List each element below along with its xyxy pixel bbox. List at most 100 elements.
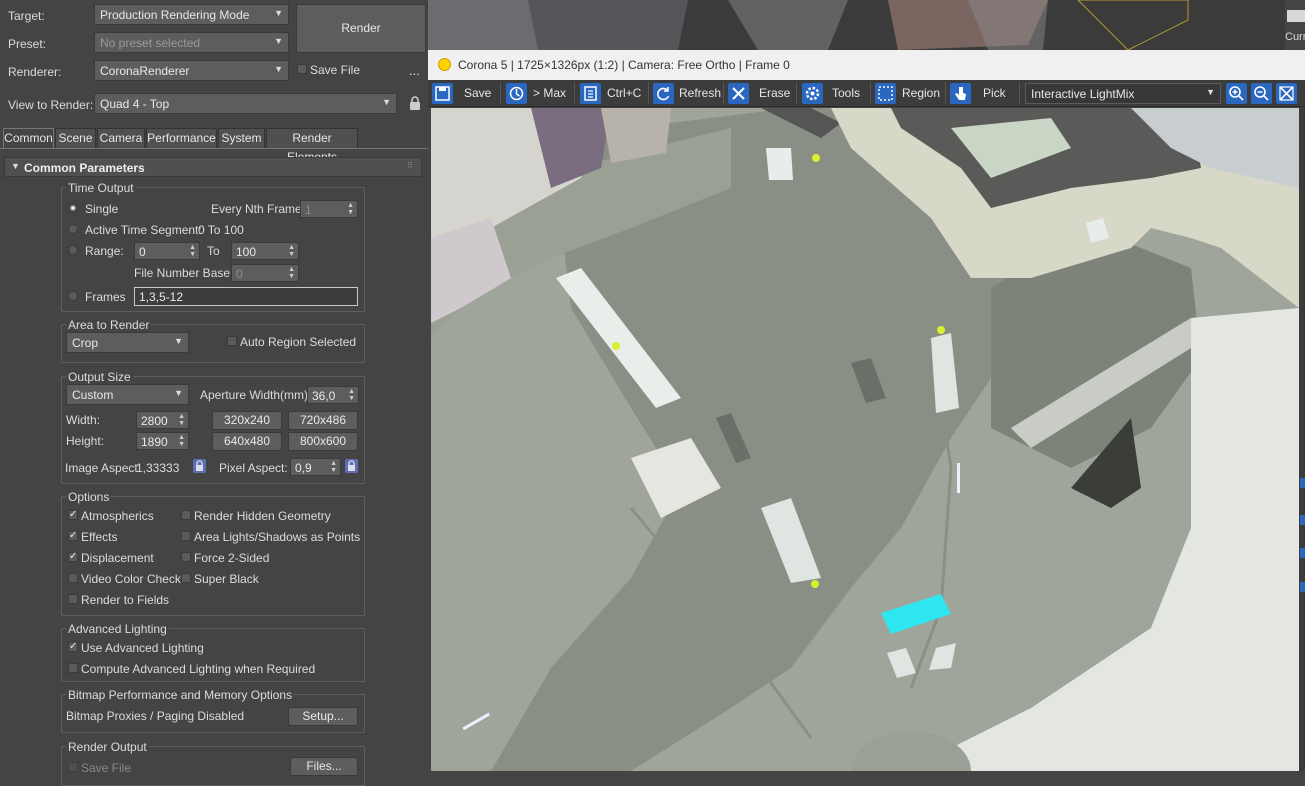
- width-spinner[interactable]: 2800 ▲ ▼: [136, 411, 189, 429]
- range-radio[interactable]: [68, 245, 78, 255]
- ctrl-c-button[interactable]: Ctrl+C: [607, 81, 641, 105]
- auto-region-checkbox[interactable]: [227, 336, 237, 346]
- pick-icon[interactable]: [950, 83, 971, 104]
- single-radio[interactable]: [68, 203, 78, 213]
- view-to-render-label: View to Render:: [8, 98, 94, 112]
- preset-dropdown[interactable]: No preset selected ▼: [94, 32, 289, 53]
- toolbar-separator: [574, 82, 575, 104]
- frames-input[interactable]: 1,3,5-12: [134, 287, 358, 306]
- force-2-sided-checkbox[interactable]: [181, 552, 191, 562]
- range-from-spinner[interactable]: 0 ▲ ▼: [134, 242, 200, 260]
- preset-320x240-button[interactable]: 320x240: [212, 411, 282, 430]
- save-button[interactable]: Save: [464, 81, 491, 105]
- active-segment-radio[interactable]: [68, 224, 78, 234]
- send-to-max-icon[interactable]: [506, 83, 527, 104]
- preset-800x600-button[interactable]: 800x600: [288, 432, 358, 451]
- erase-button[interactable]: Erase: [759, 81, 790, 105]
- save-icon[interactable]: [432, 83, 453, 104]
- zoom-in-icon[interactable]: [1226, 83, 1247, 104]
- every-nth-spinner[interactable]: 1 ▲ ▼: [300, 200, 358, 218]
- vfb-title: Corona 5 | 1725×1326px (1:2) | Camera: F…: [458, 58, 790, 72]
- zoom-out-icon[interactable]: [1251, 83, 1272, 104]
- more-options-button[interactable]: ...: [409, 63, 420, 78]
- pixel-aspect-lock-icon[interactable]: [345, 459, 358, 473]
- vfb-title-bar[interactable]: Corona 5 | 1725×1326px (1:2) | Camera: F…: [428, 50, 1305, 80]
- use-advanced-lighting-checkbox[interactable]: ✓: [68, 642, 78, 652]
- area-to-render-title: Area to Render: [66, 318, 152, 332]
- to-max-button[interactable]: > Max: [533, 81, 566, 105]
- files-button[interactable]: Files...: [290, 757, 358, 776]
- super-black-checkbox[interactable]: [181, 573, 191, 583]
- tab-common[interactable]: Common: [3, 128, 54, 148]
- renderer-dropdown[interactable]: CoronaRenderer ▼: [94, 60, 289, 81]
- region-button[interactable]: Region: [902, 81, 940, 105]
- render-hidden-label: Render Hidden Geometry: [194, 509, 331, 523]
- chevron-down-icon: ▼: [274, 36, 283, 46]
- video-color-check-checkbox[interactable]: [68, 573, 78, 583]
- chevron-down-icon: ▼: [274, 64, 283, 74]
- erase-icon[interactable]: [728, 83, 749, 104]
- side-marker-icon: [1300, 515, 1305, 525]
- spinner-arrows-icon: ▲ ▼: [348, 388, 355, 402]
- render-output-save-file-label: Save File: [81, 761, 132, 775]
- copy-icon[interactable]: [580, 83, 601, 104]
- view-to-render-dropdown[interactable]: Quad 4 - Top ▼: [94, 93, 397, 114]
- render-to-fields-label: Render to Fields: [81, 593, 170, 607]
- aperture-spinner[interactable]: 36,0 ▲ ▼: [307, 386, 359, 404]
- toolbar-separator: [723, 82, 724, 104]
- pick-button[interactable]: Pick: [983, 81, 1006, 105]
- spinner-arrows-icon: ▲ ▼: [330, 460, 337, 474]
- lightmix-dropdown[interactable]: Interactive LightMix ▼: [1025, 83, 1221, 104]
- file-number-base-spinner[interactable]: 0 ▲ ▼: [231, 264, 299, 282]
- pixel-aspect-label: Pixel Aspect:: [219, 461, 288, 475]
- save-file-checkbox[interactable]: [297, 64, 307, 74]
- image-aspect-lock-icon[interactable]: [193, 459, 206, 473]
- tools-button[interactable]: Tools: [832, 81, 860, 105]
- refresh-button[interactable]: Refresh: [679, 81, 721, 105]
- tab-camera[interactable]: Camera: [97, 128, 145, 148]
- tab-system[interactable]: System: [218, 128, 265, 148]
- advanced-lighting-title: Advanced Lighting: [66, 622, 169, 636]
- vfb-right-strip: [1299, 108, 1305, 771]
- active-segment-value: 0 To 100: [198, 223, 244, 237]
- displacement-checkbox[interactable]: ✓: [68, 552, 78, 562]
- tab-scene[interactable]: Scene: [55, 128, 96, 148]
- every-nth-label: Every Nth Frame:: [211, 202, 306, 216]
- tab-render-elements[interactable]: Render Elements: [266, 128, 358, 164]
- region-icon[interactable]: [875, 83, 896, 104]
- common-parameters-rollout[interactable]: ▼ Common Parameters ⠿: [4, 157, 422, 177]
- save-file-label: Save File: [310, 63, 361, 77]
- atmospherics-label: Atmospherics: [81, 509, 154, 523]
- pixel-aspect-spinner[interactable]: 0,9 ▲ ▼: [290, 458, 341, 476]
- area-lights-checkbox[interactable]: [181, 531, 191, 541]
- compute-advanced-lighting-checkbox[interactable]: [68, 663, 78, 673]
- area-mode-dropdown[interactable]: Crop ▼: [66, 332, 189, 353]
- output-size-preset-dropdown[interactable]: Custom ▼: [66, 384, 189, 405]
- lock-icon[interactable]: [408, 95, 422, 111]
- zoom-fit-icon[interactable]: [1276, 83, 1297, 104]
- renderer-label: Renderer:: [8, 65, 62, 79]
- range-to-spinner[interactable]: 100 ▲ ▼: [231, 242, 299, 260]
- chevron-down-icon: ▼: [1206, 87, 1215, 97]
- chevron-down-icon: ▼: [274, 8, 283, 18]
- gear-icon[interactable]: [802, 83, 823, 104]
- background-viewport: [428, 0, 1305, 50]
- height-spinner[interactable]: 1890 ▲ ▼: [136, 432, 189, 450]
- render-button[interactable]: Render: [296, 4, 426, 53]
- setup-button[interactable]: Setup...: [288, 707, 358, 726]
- frames-radio[interactable]: [68, 291, 78, 301]
- atmospherics-checkbox[interactable]: ✓: [68, 510, 78, 520]
- render-image[interactable]: [431, 108, 1299, 771]
- effects-checkbox[interactable]: ✓: [68, 531, 78, 541]
- refresh-icon[interactable]: [653, 83, 674, 104]
- image-aspect-label: Image Aspect:: [65, 461, 142, 475]
- tab-performance[interactable]: Performance: [146, 128, 217, 148]
- render-hidden-checkbox[interactable]: [181, 510, 191, 520]
- spinner-arrows-icon: ▲ ▼: [347, 202, 354, 216]
- preset-640x480-button[interactable]: 640x480: [212, 432, 282, 451]
- bitmap-title: Bitmap Performance and Memory Options: [66, 688, 295, 702]
- options-title: Options: [66, 490, 112, 504]
- preset-720x486-button[interactable]: 720x486: [288, 411, 358, 430]
- target-dropdown[interactable]: Production Rendering Mode ▼: [94, 4, 289, 25]
- render-to-fields-checkbox[interactable]: [68, 594, 78, 604]
